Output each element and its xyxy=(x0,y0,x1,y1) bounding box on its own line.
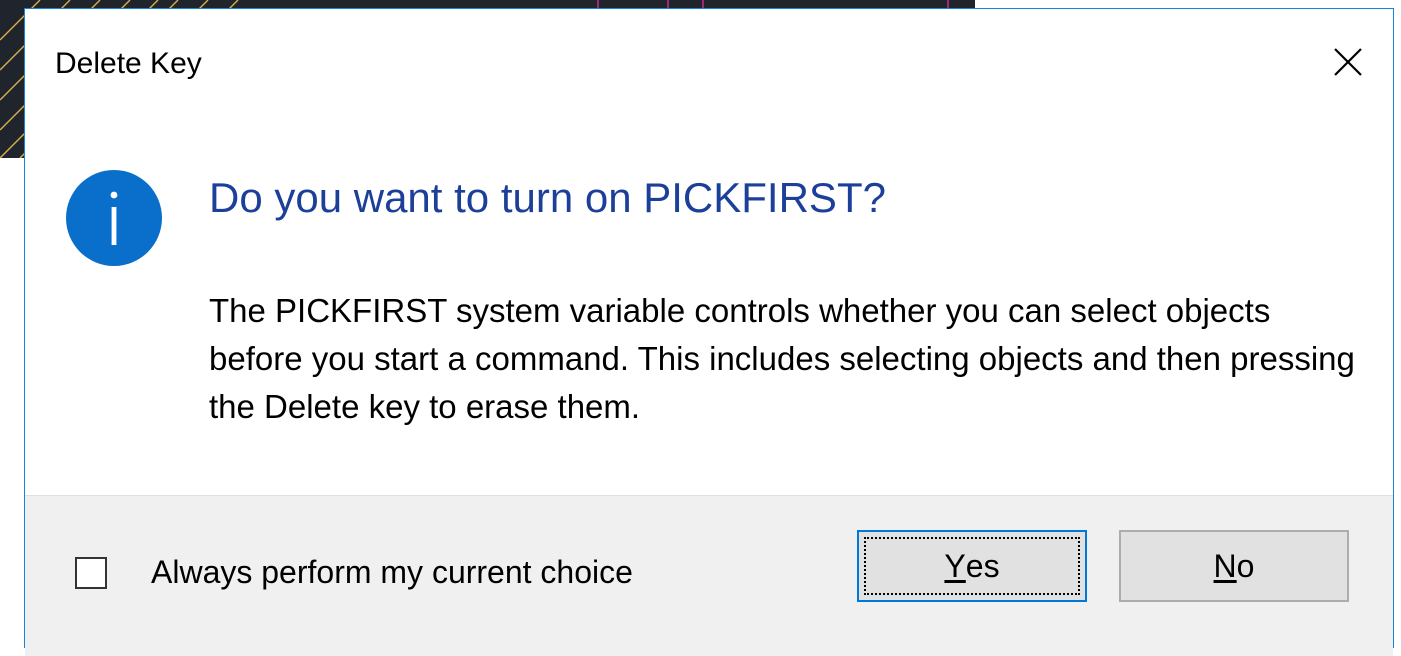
always-perform-label: Always perform my current choice xyxy=(151,554,633,590)
dialog-titlebar: Delete Key xyxy=(25,9,1393,117)
no-button-mnemonic: N xyxy=(1213,547,1237,584)
delete-key-dialog: Delete Key Do you want to turn on PICKFI… xyxy=(24,8,1394,656)
close-button[interactable] xyxy=(1317,31,1379,93)
always-perform-choice-option[interactable]: Always perform my current choice xyxy=(75,554,633,591)
info-icon xyxy=(66,170,162,266)
dialog-message: The PICKFIRST system variable controls w… xyxy=(209,292,1355,425)
no-button-label-rest: o xyxy=(1236,547,1255,584)
close-icon xyxy=(1334,48,1362,76)
dialog-title: Delete Key xyxy=(55,47,202,80)
dialog-content: Do you want to turn on PICKFIRST? The PI… xyxy=(25,117,1393,495)
yes-button-label-rest: es xyxy=(965,547,1000,584)
yes-button-mnemonic: Y xyxy=(944,547,966,584)
always-perform-checkbox[interactable] xyxy=(75,556,107,589)
dialog-heading: Do you want to turn on PICKFIRST? xyxy=(209,174,886,221)
no-button[interactable]: No xyxy=(1119,530,1349,602)
yes-button[interactable]: Yes xyxy=(857,530,1087,602)
